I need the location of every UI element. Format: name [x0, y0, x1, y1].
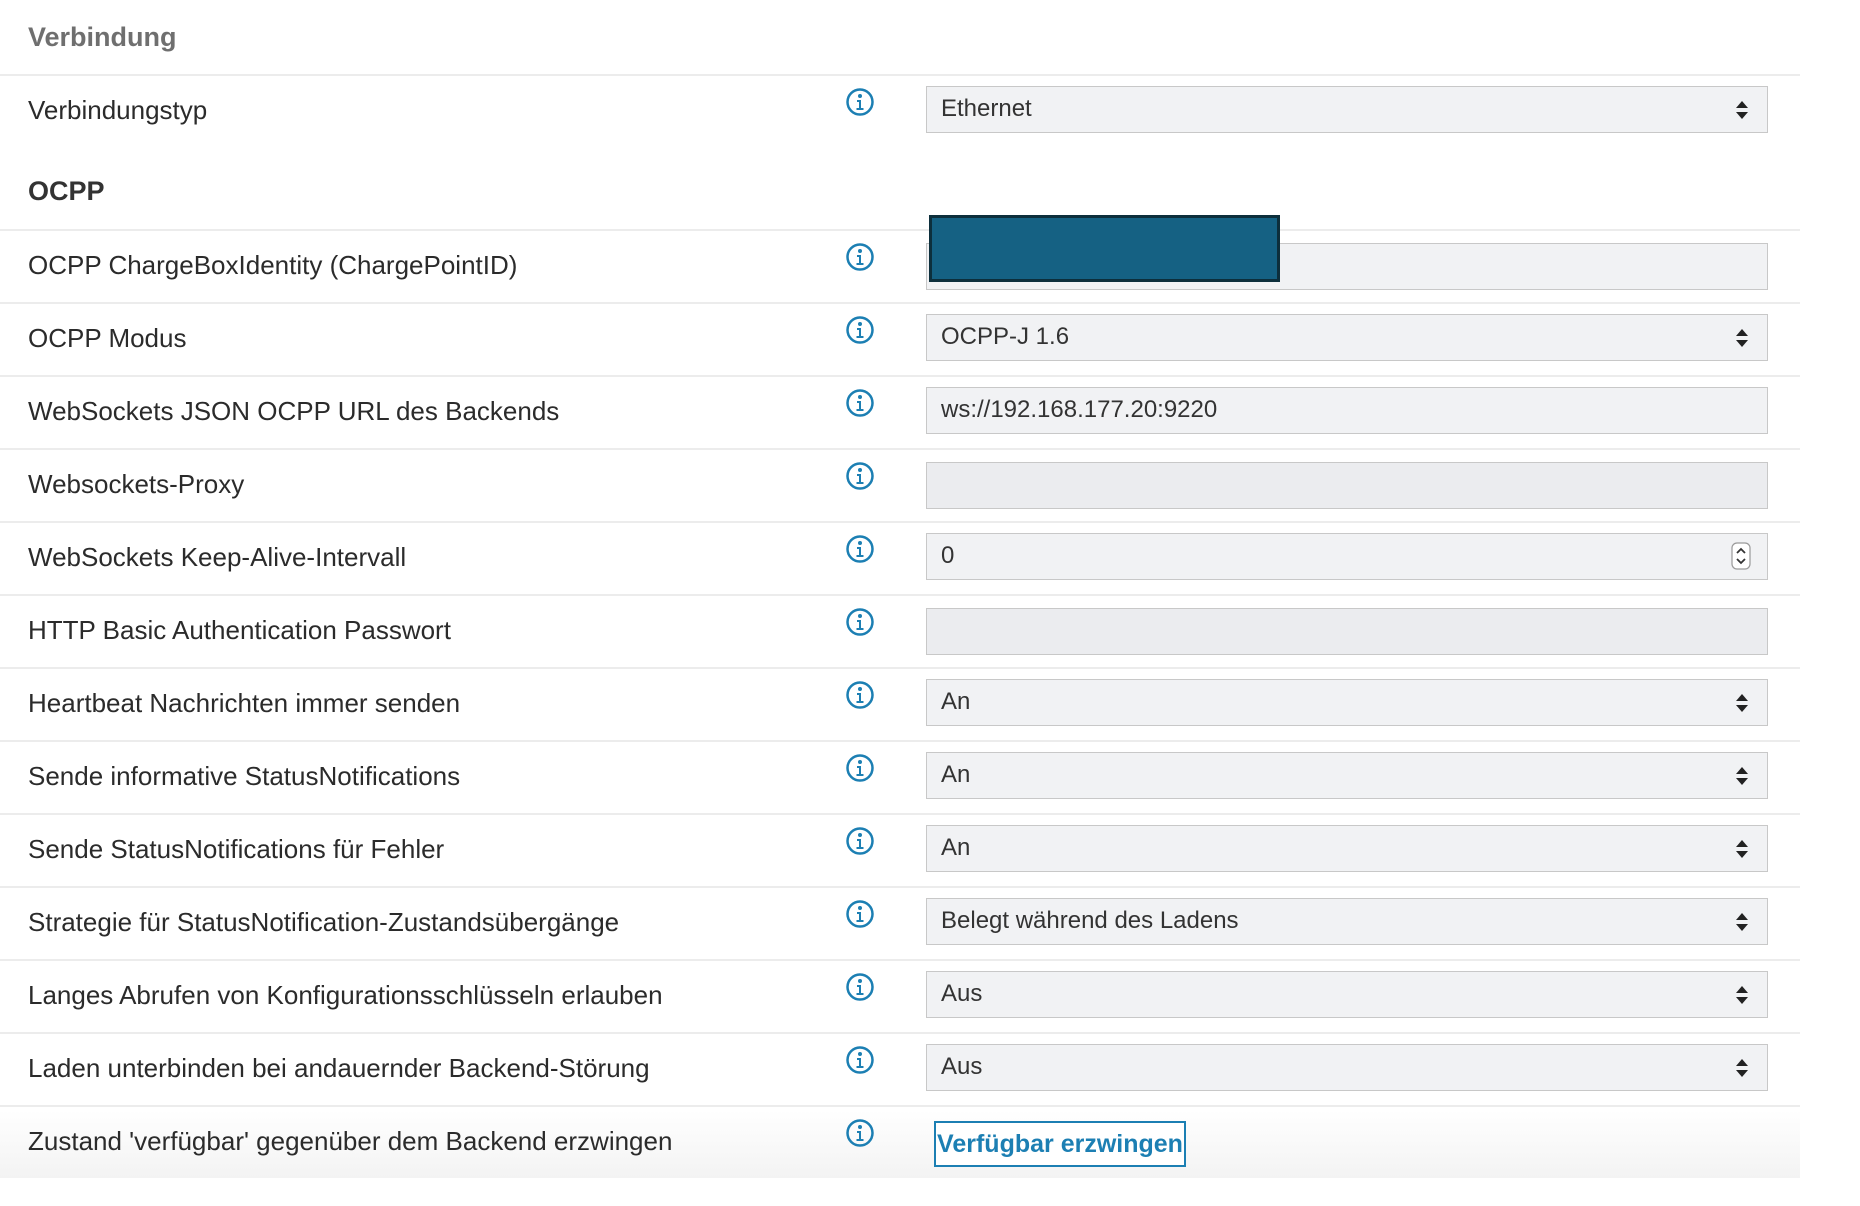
- force-available-label: Zustand 'verfügbar' gegenüber dem Backen…: [28, 1126, 673, 1156]
- select-arrows-icon: [1736, 913, 1748, 931]
- redaction-box: [929, 215, 1280, 282]
- select-arrows-icon: [1736, 986, 1748, 1004]
- section-title-ocpp: OCPP: [28, 176, 105, 206]
- error-notifications-select[interactable]: An: [926, 825, 1768, 872]
- info-icon[interactable]: [845, 461, 875, 491]
- info-icon[interactable]: [845, 388, 875, 418]
- backend-url-label: WebSockets JSON OCPP URL des Backends: [28, 396, 560, 426]
- info-icon[interactable]: [845, 826, 875, 856]
- heartbeat-value: An: [941, 688, 971, 715]
- informative-notifications-value: An: [941, 761, 971, 788]
- ocpp-mode-label: OCPP Modus: [28, 323, 187, 353]
- select-arrows-icon: [1736, 840, 1748, 858]
- websockets-proxy-label: Websockets-Proxy: [28, 469, 245, 499]
- error-notifications-label: Sende StatusNotifications für Fehler: [28, 834, 445, 864]
- row-transition-strategy: Strategie für StatusNotification-Zustand…: [0, 886, 1800, 958]
- backend-failure-select[interactable]: Aus: [926, 1044, 1768, 1091]
- basic-auth-password-label: HTTP Basic Authentication Passwort: [28, 615, 451, 645]
- long-polling-value: Aus: [941, 980, 983, 1007]
- row-heartbeat: Heartbeat Nachrichten immer senden An: [0, 667, 1800, 739]
- transition-strategy-label: Strategie für StatusNotification-Zustand…: [28, 907, 620, 937]
- select-arrows-icon: [1736, 101, 1748, 119]
- basic-auth-password-input[interactable]: [926, 608, 1768, 655]
- info-icon[interactable]: [845, 607, 875, 637]
- backend-url-input[interactable]: ws://192.168.177.20:9220: [926, 387, 1768, 434]
- keepalive-interval-label: WebSockets Keep-Alive-Intervall: [28, 542, 407, 572]
- select-arrows-icon: [1736, 329, 1748, 347]
- info-icon[interactable]: [845, 534, 875, 564]
- select-arrows-icon: [1736, 767, 1748, 785]
- connection-type-value: Ethernet: [941, 95, 1032, 122]
- websockets-proxy-input[interactable]: [926, 462, 1768, 509]
- row-backend-failure: Laden unterbinden bei andauernder Backen…: [0, 1032, 1800, 1104]
- transition-strategy-select[interactable]: Belegt während des Ladens: [926, 898, 1768, 945]
- heartbeat-label: Heartbeat Nachrichten immer senden: [28, 688, 461, 718]
- row-long-polling: Langes Abrufen von Konfigurationsschlüss…: [0, 959, 1800, 1031]
- info-icon[interactable]: [845, 87, 875, 117]
- connection-type-label: Verbindungstyp: [28, 95, 208, 125]
- select-arrows-icon: [1736, 694, 1748, 712]
- section-title-verbindung: Verbindung: [28, 22, 177, 52]
- info-icon[interactable]: [845, 899, 875, 929]
- long-polling-label: Langes Abrufen von Konfigurationsschlüss…: [28, 980, 663, 1010]
- backend-failure-value: Aus: [941, 1053, 983, 1080]
- info-icon[interactable]: [845, 753, 875, 783]
- force-available-button[interactable]: Verfügbar erzwingen: [934, 1121, 1186, 1167]
- long-polling-select[interactable]: Aus: [926, 971, 1768, 1018]
- info-icon[interactable]: [845, 680, 875, 710]
- info-icon[interactable]: [845, 1118, 875, 1148]
- row-force-available: Zustand 'verfügbar' gegenüber dem Backen…: [0, 1105, 1800, 1177]
- info-icon[interactable]: [845, 242, 875, 272]
- backend-url-value: ws://192.168.177.20:9220: [941, 396, 1218, 423]
- info-icon[interactable]: [845, 972, 875, 1002]
- transition-strategy-value: Belegt während des Ladens: [941, 907, 1239, 934]
- row-basic-auth-password: HTTP Basic Authentication Passwort: [0, 594, 1800, 666]
- heartbeat-select[interactable]: An: [926, 679, 1768, 726]
- row-ocpp-mode: OCPP Modus OCPP-J 1.6: [0, 302, 1800, 374]
- settings-panel: Verbindung Verbindungstyp Ethernet OCPP …: [0, 0, 1800, 1178]
- error-notifications-value: An: [941, 834, 971, 861]
- row-connection-type: Verbindungstyp Ethernet: [0, 74, 1800, 146]
- row-error-notifications: Sende StatusNotifications für Fehler An: [0, 813, 1800, 885]
- connection-type-select[interactable]: Ethernet: [926, 86, 1768, 133]
- backend-failure-label: Laden unterbinden bei andauernder Backen…: [28, 1053, 650, 1083]
- informative-notifications-select[interactable]: An: [926, 752, 1768, 799]
- info-icon[interactable]: [845, 1045, 875, 1075]
- info-icon[interactable]: [845, 315, 875, 345]
- spinner-icon[interactable]: [1731, 542, 1751, 570]
- row-websockets-proxy: Websockets-Proxy: [0, 448, 1800, 520]
- keepalive-interval-value: 0: [941, 542, 955, 569]
- row-backend-url: WebSockets JSON OCPP URL des Backends ws…: [0, 375, 1800, 447]
- informative-notifications-label: Sende informative StatusNotifications: [28, 761, 461, 791]
- row-keepalive-interval: WebSockets Keep-Alive-Intervall 0: [0, 521, 1800, 593]
- select-arrows-icon: [1736, 1059, 1748, 1077]
- chargebox-identity-label: OCPP ChargeBoxIdentity (ChargePointID): [28, 250, 518, 280]
- ocpp-mode-select[interactable]: OCPP-J 1.6: [926, 314, 1768, 361]
- row-chargebox-identity: OCPP ChargeBoxIdentity (ChargePointID): [0, 229, 1800, 301]
- keepalive-interval-input[interactable]: 0: [926, 533, 1768, 580]
- ocpp-mode-value: OCPP-J 1.6: [941, 323, 1070, 350]
- row-informative-notifications: Sende informative StatusNotifications An: [0, 740, 1800, 812]
